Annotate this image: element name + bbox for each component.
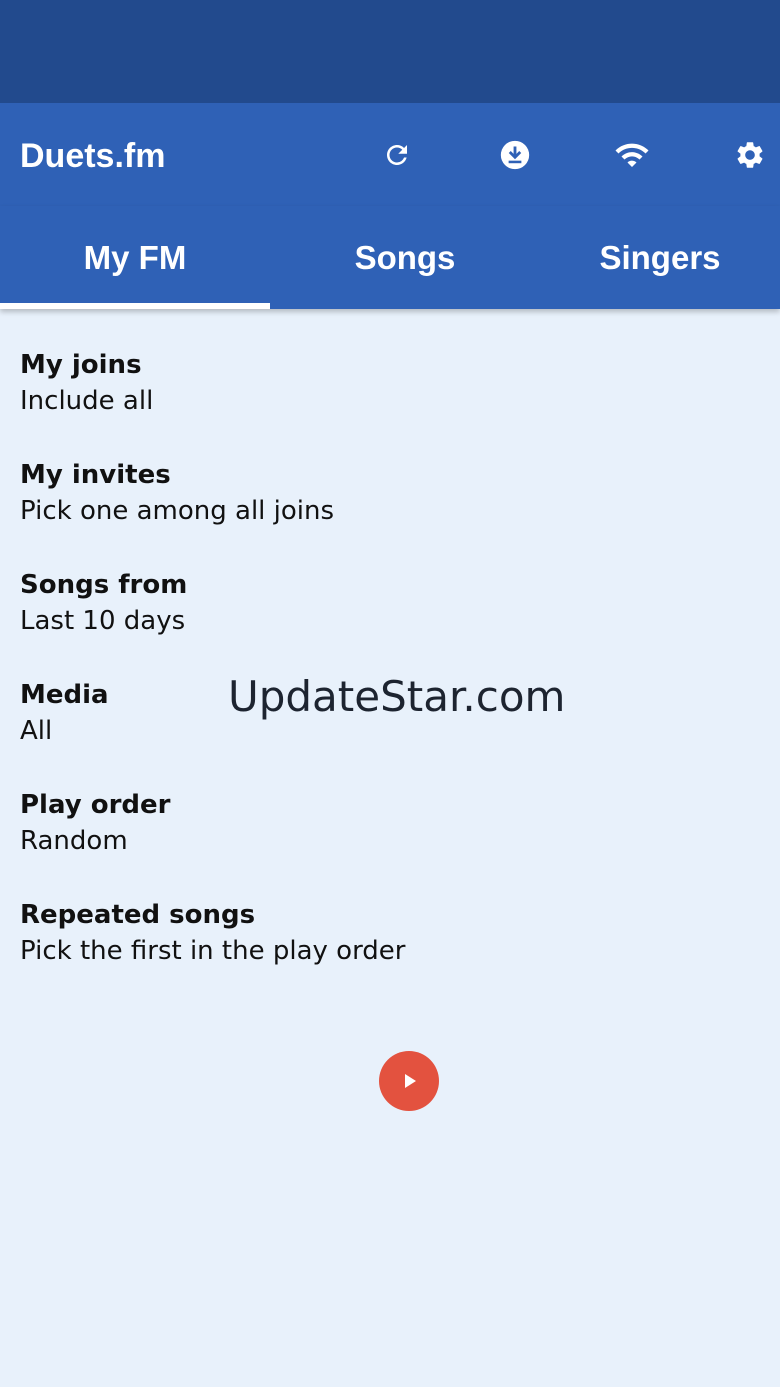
- setting-value: Random: [20, 826, 128, 856]
- play-button[interactable]: [379, 1051, 439, 1111]
- setting-value: Include all: [20, 386, 154, 416]
- setting-label: Songs from: [20, 570, 188, 600]
- tab-songs[interactable]: Songs: [270, 206, 540, 309]
- app-bar: Duets.fm: [0, 103, 780, 206]
- setting-play-order[interactable]: Play order Random: [0, 787, 780, 897]
- setting-songs-from[interactable]: Songs from Last 10 days: [0, 567, 780, 677]
- setting-label: My invites: [20, 460, 171, 490]
- status-bar: [0, 0, 780, 103]
- download-icon[interactable]: [495, 135, 535, 175]
- setting-label: My joins: [20, 350, 142, 380]
- setting-value: Pick the first in the play order: [20, 936, 406, 966]
- setting-my-invites[interactable]: My invites Pick one among all joins: [0, 457, 780, 567]
- setting-label: Repeated songs: [20, 900, 256, 930]
- setting-value: Last 10 days: [20, 606, 186, 636]
- tab-label: Singers: [599, 238, 721, 276]
- refresh-icon[interactable]: [377, 135, 417, 175]
- tab-singers[interactable]: Singers: [540, 206, 780, 309]
- tab-label: Songs: [354, 238, 456, 276]
- setting-my-joins[interactable]: My joins Include all: [0, 347, 780, 457]
- gear-icon[interactable]: [730, 135, 770, 175]
- wifi-icon[interactable]: [612, 135, 652, 175]
- setting-label: Play order: [20, 790, 171, 820]
- watermark-text: UpdateStar.com: [228, 672, 566, 721]
- tab-bar: My FM Songs Singers: [0, 206, 780, 309]
- tab-my-fm[interactable]: My FM: [0, 206, 270, 309]
- setting-repeated-songs[interactable]: Repeated songs Pick the first in the pla…: [0, 897, 780, 1007]
- app-title: Duets.fm: [20, 137, 166, 175]
- tab-label: My FM: [83, 238, 187, 276]
- setting-value: Pick one among all joins: [20, 496, 335, 526]
- tab-selected-indicator: [0, 303, 270, 309]
- play-icon: [405, 1074, 416, 1088]
